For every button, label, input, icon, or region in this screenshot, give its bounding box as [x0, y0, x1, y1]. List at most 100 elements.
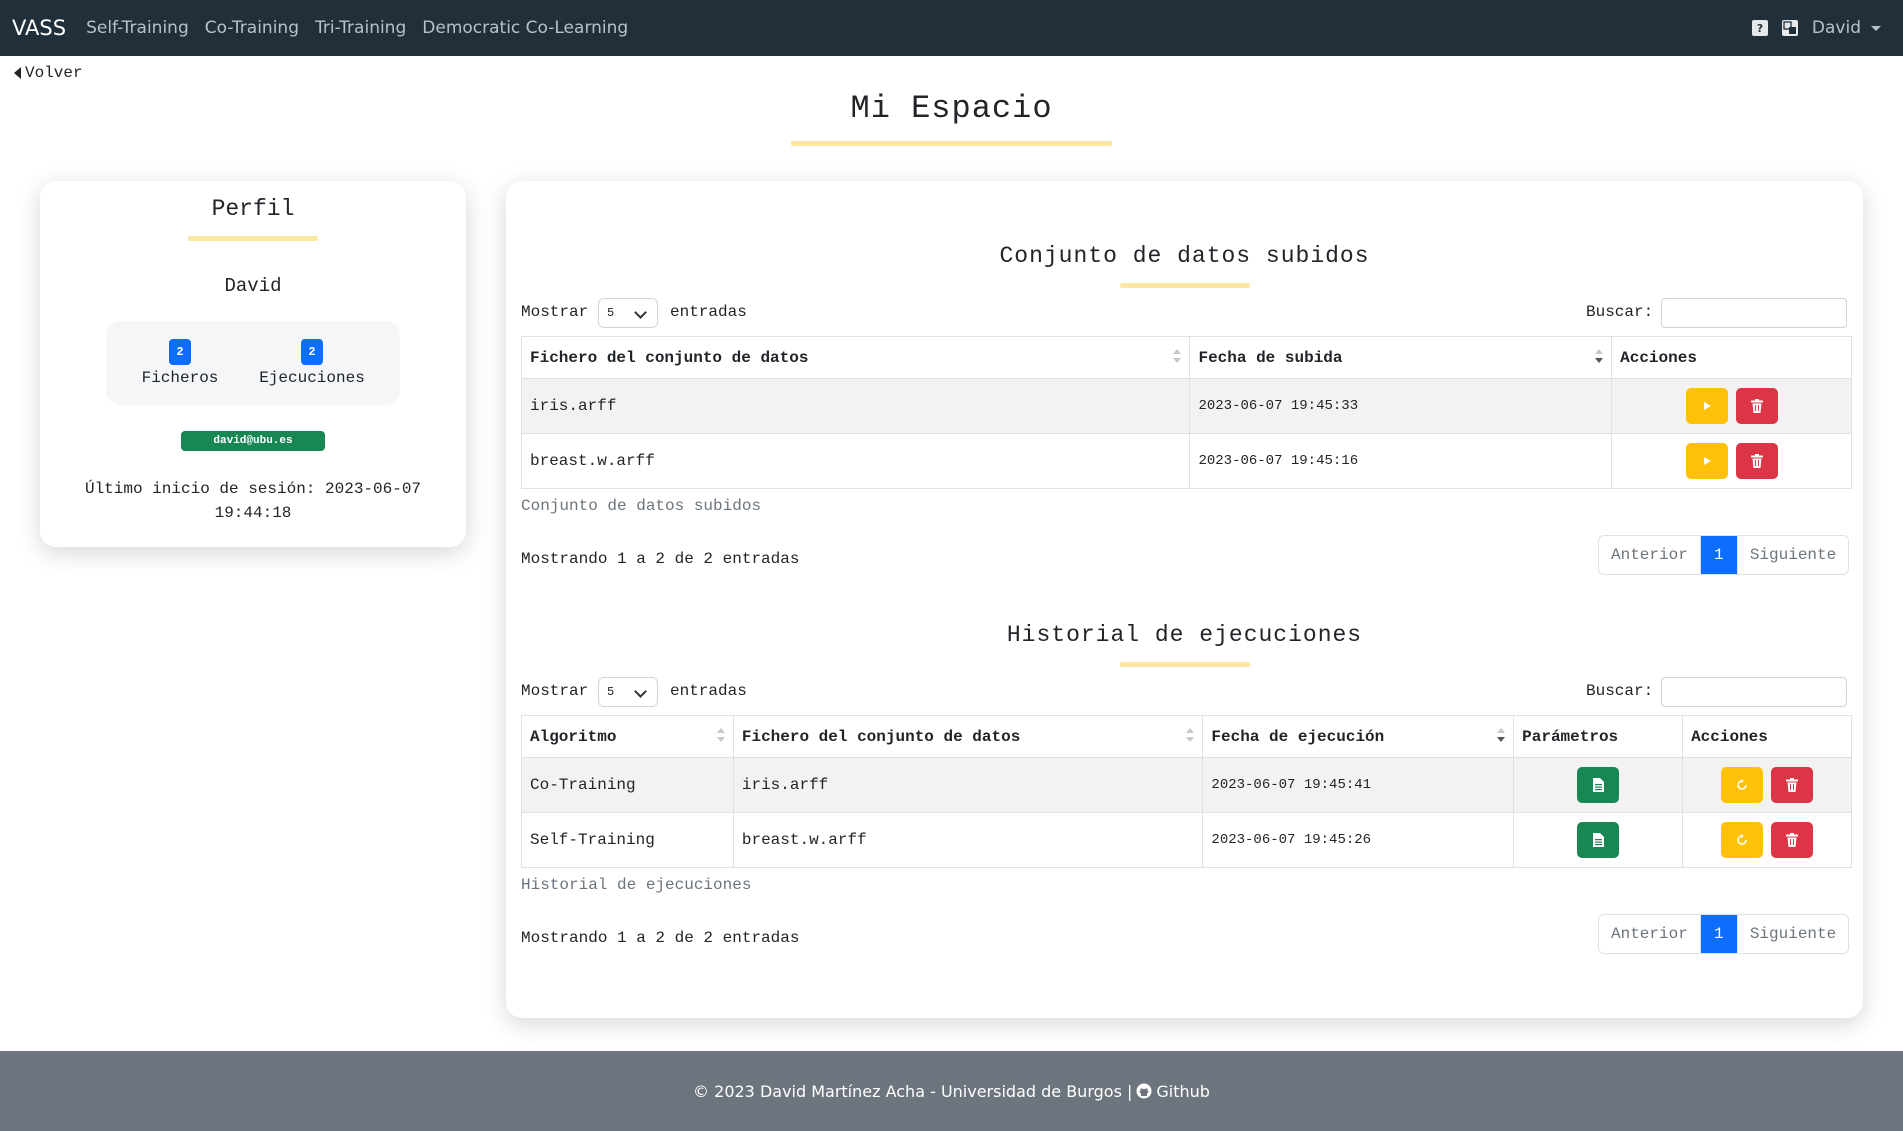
- runs-entries-label: entradas: [670, 682, 747, 700]
- runs-col-params-label: Parámetros: [1522, 727, 1619, 746]
- view-params-button[interactable]: [1577, 767, 1620, 803]
- question-icon[interactable]: ?: [1751, 20, 1768, 36]
- run-actions-cell: [1682, 757, 1852, 813]
- top-navbar: VASS Self-Training Co-Training Tri-Train…: [0, 0, 1903, 56]
- run-algorithm-cell: Co-Training: [521, 757, 734, 813]
- runs-col-actions-label: Acciones: [1691, 727, 1768, 746]
- datasets-page-size-select[interactable]: 5: [598, 298, 658, 328]
- user-menu[interactable]: David: [1812, 18, 1881, 38]
- runs-search-label: Buscar:: [1586, 682, 1654, 700]
- datasets-col-file[interactable]: Fichero del conjunto de datos: [520, 336, 1191, 379]
- datasets-search-label: Buscar:: [1586, 303, 1654, 321]
- runs-info: Mostrando 1 a 2 de 2 entradas: [521, 929, 800, 947]
- chevron-down-icon: [634, 685, 647, 698]
- dataset-date-cell: 2023-06-07 19:45:33: [1189, 378, 1613, 434]
- back-link[interactable]: Volver: [14, 64, 83, 82]
- datasets-search-input[interactable]: [1661, 298, 1847, 328]
- runs-col-file[interactable]: Fichero del conjunto de datos: [732, 715, 1204, 758]
- datasets-page-1-button[interactable]: 1: [1699, 536, 1737, 574]
- nav-link-self-training[interactable]: Self-Training: [86, 18, 189, 38]
- trash-icon: [1750, 399, 1763, 413]
- translate-icon[interactable]: [1781, 20, 1798, 36]
- run-date-cell: 2023-06-07 19:45:41: [1202, 757, 1515, 813]
- runs-col-date-label: Fecha de ejecución: [1211, 727, 1385, 746]
- datasets-show-label: Mostrar: [521, 303, 589, 321]
- run-params-cell: [1513, 812, 1684, 868]
- runs-pagination: Anterior 1 Siguiente: [1598, 914, 1850, 954]
- rerun-button[interactable]: [1721, 767, 1764, 803]
- run-dataset-button[interactable]: [1685, 388, 1728, 424]
- run-params-cell: [1513, 757, 1684, 813]
- github-icon: [1136, 1083, 1152, 1099]
- runs-label: Ejecuciones: [259, 369, 365, 387]
- nav-link-democratic-co-learning[interactable]: Democratic Co-Learning: [422, 18, 628, 38]
- dataset-date-cell: 2023-06-07 19:45:16: [1189, 433, 1613, 489]
- table-row: Self-Training breast.w.arff 2023-06-07 1…: [521, 812, 1852, 868]
- runs-search-input[interactable]: [1661, 677, 1847, 707]
- datasets-table: Fichero del conjunto de datos Fecha de s…: [520, 336, 1852, 489]
- sort-desc-icon: [1497, 728, 1506, 746]
- datasets-page-size-value: 5: [607, 306, 615, 320]
- runs-page-size-select[interactable]: 5: [598, 677, 658, 707]
- profile-title-underline: [188, 236, 318, 241]
- dataset-actions-cell: [1611, 378, 1852, 434]
- table-row: iris.arff 2023-06-07 19:45:33: [520, 378, 1852, 434]
- email-badge: david@ubu.es: [181, 431, 325, 451]
- github-link[interactable]: Github: [1156, 1082, 1210, 1101]
- runs-col-file-label: Fichero del conjunto de datos: [741, 727, 1021, 746]
- datasets-col-date[interactable]: Fecha de subida: [1189, 336, 1613, 379]
- nav-link-co-training[interactable]: Co-Training: [205, 18, 299, 38]
- profile-card: Perfil David 2 Ficheros 2 Ejecuciones da…: [40, 181, 466, 547]
- dataset-file-cell: iris.arff: [520, 378, 1191, 434]
- runs-col-algorithm[interactable]: Algoritmo: [521, 715, 734, 758]
- sort-desc-icon: [1595, 349, 1604, 367]
- datasets-prev-button[interactable]: Anterior: [1599, 536, 1700, 574]
- profile-name: David: [224, 275, 282, 297]
- trash-icon: [1786, 778, 1799, 792]
- datasets-title: Conjunto de datos subidos: [999, 243, 1370, 269]
- runs-header-row: Algoritmo Fichero del conjunto de datos …: [521, 715, 1852, 758]
- datasets-next-button[interactable]: Siguiente: [1736, 536, 1848, 574]
- runs-page-size-value: 5: [607, 685, 615, 699]
- file-text-icon: [1592, 778, 1604, 792]
- last-login-line2: 19:44:18: [214, 504, 292, 522]
- run-date-cell: 2023-06-07 19:45:26: [1202, 812, 1515, 868]
- trash-icon: [1750, 454, 1763, 468]
- view-params-button[interactable]: [1577, 822, 1620, 858]
- delete-run-button[interactable]: [1771, 822, 1814, 858]
- runs-page-1-button[interactable]: 1: [1699, 915, 1737, 953]
- datasets-info: Mostrando 1 a 2 de 2 entradas: [521, 550, 800, 568]
- run-actions-cell: [1682, 812, 1852, 868]
- brand-logo[interactable]: VASS: [12, 16, 66, 40]
- page-title-underline: [791, 141, 1112, 146]
- datasets-header-row: Fichero del conjunto de datos Fecha de s…: [520, 336, 1852, 379]
- runs-col-date[interactable]: Fecha de ejecución: [1202, 715, 1515, 758]
- runs-next-button[interactable]: Siguiente: [1736, 915, 1848, 953]
- runs-col-params: Parámetros: [1513, 715, 1684, 758]
- delete-dataset-button[interactable]: [1735, 388, 1778, 424]
- runs-caption: Historial de ejecuciones: [521, 876, 752, 894]
- trash-icon: [1786, 833, 1799, 847]
- datasets-col-actions: Acciones: [1611, 336, 1852, 379]
- last-login-line1: Último inicio de sesión: 2023-06-07: [84, 480, 422, 498]
- profile-title: Perfil: [211, 196, 295, 222]
- nav-link-tri-training[interactable]: Tri-Training: [315, 18, 406, 38]
- refresh-icon: [1737, 834, 1747, 845]
- runs-title: Historial de ejecuciones: [1006, 622, 1363, 648]
- play-icon: [1703, 402, 1711, 410]
- runs-prev-button[interactable]: Anterior: [1599, 915, 1700, 953]
- chevron-down-icon: [634, 306, 647, 319]
- delete-run-button[interactable]: [1771, 767, 1814, 803]
- sort-icon: [716, 728, 725, 746]
- run-dataset-button[interactable]: [1685, 443, 1728, 479]
- dataset-actions-cell: [1611, 433, 1852, 489]
- datasets-pagination: Anterior 1 Siguiente: [1598, 535, 1850, 575]
- footer: © 2023 David Martínez Acha - Universidad…: [0, 1051, 1903, 1131]
- sort-icon: [1173, 349, 1182, 367]
- play-icon: [1703, 457, 1711, 465]
- rerun-button[interactable]: [1721, 822, 1764, 858]
- datasets-col-file-label: Fichero del conjunto de datos: [530, 348, 809, 367]
- sort-icon: [1186, 728, 1195, 746]
- table-row: Co-Training iris.arff 2023-06-07 19:45:4…: [521, 757, 1852, 813]
- delete-dataset-button[interactable]: [1735, 443, 1778, 479]
